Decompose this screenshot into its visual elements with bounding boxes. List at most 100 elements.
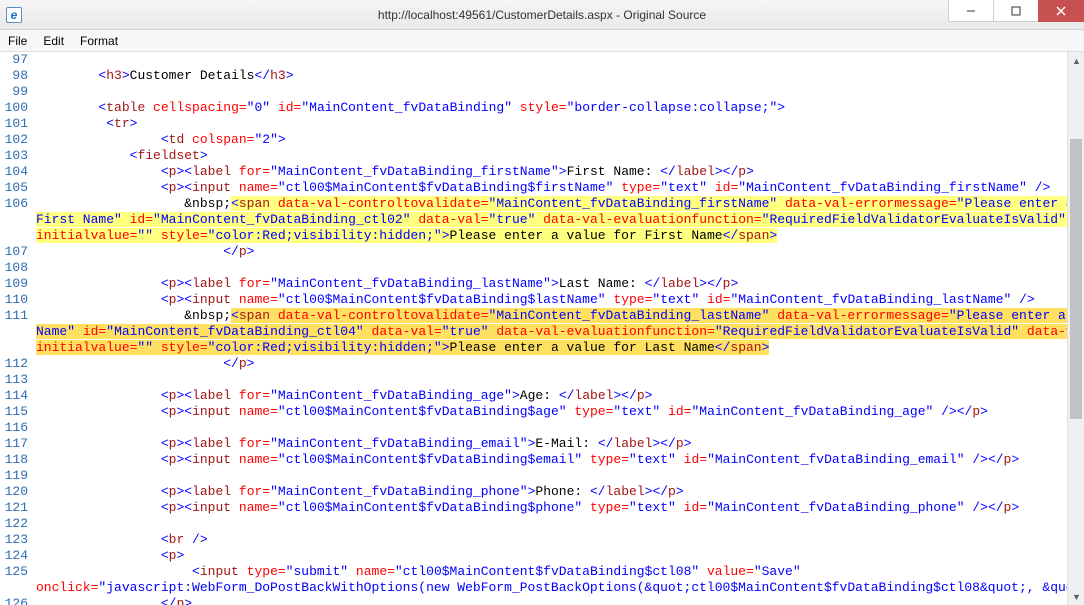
code-line[interactable]: 110 <p><input name="ctl00$MainContent$fv… bbox=[0, 292, 1067, 308]
line-number: 103 bbox=[0, 148, 34, 164]
line-number: 126 bbox=[0, 596, 34, 605]
line-number: 121 bbox=[0, 500, 34, 516]
line-content[interactable]: &nbsp;<span data-val-controltovalidate="… bbox=[34, 308, 1067, 356]
code-line[interactable]: 109 <p><label for="MainContent_fvDataBin… bbox=[0, 276, 1067, 292]
line-content[interactable] bbox=[34, 372, 1067, 388]
code-line[interactable]: 120 <p><label for="MainContent_fvDataBin… bbox=[0, 484, 1067, 500]
code-line[interactable]: 102 <td colspan="2"> bbox=[0, 132, 1067, 148]
menu-file[interactable]: File bbox=[0, 32, 35, 50]
code-line[interactable]: 125 <input type="submit" name="ctl00$Mai… bbox=[0, 564, 1067, 596]
line-content[interactable]: <p><input name="ctl00$MainContent$fvData… bbox=[34, 404, 1067, 420]
source-view: 9798 <h3>Customer Details</h3>99100 <tab… bbox=[0, 52, 1084, 605]
code-line[interactable]: 123 <br /> bbox=[0, 532, 1067, 548]
line-content[interactable]: </p> bbox=[34, 356, 1067, 372]
code-line[interactable]: 97 bbox=[0, 52, 1067, 68]
line-content[interactable] bbox=[34, 468, 1067, 484]
line-content[interactable]: <p> bbox=[34, 548, 1067, 564]
line-content[interactable] bbox=[34, 260, 1067, 276]
line-content[interactable]: <p><input name="ctl00$MainContent$fvData… bbox=[34, 292, 1067, 308]
code-line[interactable]: 112 </p> bbox=[0, 356, 1067, 372]
line-number: 116 bbox=[0, 420, 34, 436]
line-number: 106 bbox=[0, 196, 34, 244]
line-number: 108 bbox=[0, 260, 34, 276]
code-line[interactable]: 104 <p><label for="MainContent_fvDataBin… bbox=[0, 164, 1067, 180]
vertical-scrollbar[interactable]: ▲ ▼ bbox=[1067, 52, 1084, 605]
window-controls bbox=[948, 0, 1084, 22]
line-number: 115 bbox=[0, 404, 34, 420]
line-number: 119 bbox=[0, 468, 34, 484]
line-content[interactable] bbox=[34, 52, 1067, 68]
code-line[interactable]: 107 </p> bbox=[0, 244, 1067, 260]
code-line[interactable]: 106 &nbsp;<span data-val-controltovalida… bbox=[0, 196, 1067, 244]
code-line[interactable]: 103 <fieldset> bbox=[0, 148, 1067, 164]
line-number: 105 bbox=[0, 180, 34, 196]
line-content[interactable]: <br /> bbox=[34, 532, 1067, 548]
code-line[interactable]: 124 <p> bbox=[0, 548, 1067, 564]
line-number: 98 bbox=[0, 68, 34, 84]
menu-bar: File Edit Format bbox=[0, 30, 1084, 52]
close-button[interactable] bbox=[1038, 0, 1084, 22]
line-content[interactable]: <p><input name="ctl00$MainContent$fvData… bbox=[34, 452, 1067, 468]
line-content[interactable] bbox=[34, 516, 1067, 532]
code-line[interactable]: 115 <p><input name="ctl00$MainContent$fv… bbox=[0, 404, 1067, 420]
line-content[interactable]: <p><label for="MainContent_fvDataBinding… bbox=[34, 276, 1067, 292]
line-content[interactable]: <p><label for="MainContent_fvDataBinding… bbox=[34, 164, 1067, 180]
minimize-button[interactable] bbox=[948, 0, 994, 22]
code-line[interactable]: 101 <tr> bbox=[0, 116, 1067, 132]
code-line[interactable]: 122 bbox=[0, 516, 1067, 532]
code-line[interactable]: 116 bbox=[0, 420, 1067, 436]
scroll-thumb[interactable] bbox=[1070, 139, 1082, 419]
maximize-button[interactable] bbox=[993, 0, 1039, 22]
line-content[interactable]: </p> bbox=[34, 244, 1067, 260]
line-content[interactable]: <p><input name="ctl00$MainContent$fvData… bbox=[34, 180, 1067, 196]
code-line[interactable]: 108 bbox=[0, 260, 1067, 276]
scroll-down-button[interactable]: ▼ bbox=[1068, 588, 1084, 605]
code-line[interactable]: 98 <h3>Customer Details</h3> bbox=[0, 68, 1067, 84]
line-content[interactable]: <p><input name="ctl00$MainContent$fvData… bbox=[34, 500, 1067, 516]
line-content[interactable] bbox=[34, 84, 1067, 100]
line-content[interactable]: <input type="submit" name="ctl00$MainCon… bbox=[34, 564, 1067, 596]
code-line[interactable]: 114 <p><label for="MainContent_fvDataBin… bbox=[0, 388, 1067, 404]
window-title: http://localhost:49561/CustomerDetails.a… bbox=[0, 8, 1084, 22]
code-line[interactable]: 117 <p><label for="MainContent_fvDataBin… bbox=[0, 436, 1067, 452]
scroll-track[interactable] bbox=[1068, 69, 1084, 588]
line-number: 97 bbox=[0, 52, 34, 68]
code-line[interactable]: 105 <p><input name="ctl00$MainContent$fv… bbox=[0, 180, 1067, 196]
menu-edit[interactable]: Edit bbox=[35, 32, 72, 50]
line-number: 109 bbox=[0, 276, 34, 292]
code-line[interactable]: 99 bbox=[0, 84, 1067, 100]
code-line[interactable]: 118 <p><input name="ctl00$MainContent$fv… bbox=[0, 452, 1067, 468]
line-number: 102 bbox=[0, 132, 34, 148]
code-line[interactable]: 126 </p> bbox=[0, 596, 1067, 605]
code-line[interactable]: 121 <p><input name="ctl00$MainContent$fv… bbox=[0, 500, 1067, 516]
line-number: 100 bbox=[0, 100, 34, 116]
code-line[interactable]: 111 &nbsp;<span data-val-controltovalida… bbox=[0, 308, 1067, 356]
line-number: 104 bbox=[0, 164, 34, 180]
menu-format[interactable]: Format bbox=[72, 32, 126, 50]
line-number: 123 bbox=[0, 532, 34, 548]
line-number: 114 bbox=[0, 388, 34, 404]
line-content[interactable]: <p><label for="MainContent_fvDataBinding… bbox=[34, 484, 1067, 500]
line-content[interactable]: &nbsp;<span data-val-controltovalidate="… bbox=[34, 196, 1067, 244]
code-line[interactable]: 100 <table cellspacing="0" id="MainConte… bbox=[0, 100, 1067, 116]
code-line[interactable]: 113 bbox=[0, 372, 1067, 388]
line-content[interactable]: <td colspan="2"> bbox=[34, 132, 1067, 148]
line-content[interactable]: </p> bbox=[34, 596, 1067, 605]
code-line[interactable]: 119 bbox=[0, 468, 1067, 484]
line-content[interactable]: <fieldset> bbox=[34, 148, 1067, 164]
line-number: 124 bbox=[0, 548, 34, 564]
line-content[interactable]: <h3>Customer Details</h3> bbox=[34, 68, 1067, 84]
line-number: 120 bbox=[0, 484, 34, 500]
scroll-up-button[interactable]: ▲ bbox=[1068, 52, 1084, 69]
line-content[interactable]: <p><label for="MainContent_fvDataBinding… bbox=[34, 388, 1067, 404]
line-content[interactable]: <tr> bbox=[34, 116, 1067, 132]
line-number: 112 bbox=[0, 356, 34, 372]
line-content[interactable] bbox=[34, 420, 1067, 436]
line-content[interactable]: <table cellspacing="0" id="MainContent_f… bbox=[34, 100, 1067, 116]
line-number: 122 bbox=[0, 516, 34, 532]
line-content[interactable]: <p><label for="MainContent_fvDataBinding… bbox=[34, 436, 1067, 452]
line-number: 117 bbox=[0, 436, 34, 452]
code-scroll[interactable]: 9798 <h3>Customer Details</h3>99100 <tab… bbox=[0, 52, 1067, 605]
line-number: 125 bbox=[0, 564, 34, 596]
line-number: 107 bbox=[0, 244, 34, 260]
